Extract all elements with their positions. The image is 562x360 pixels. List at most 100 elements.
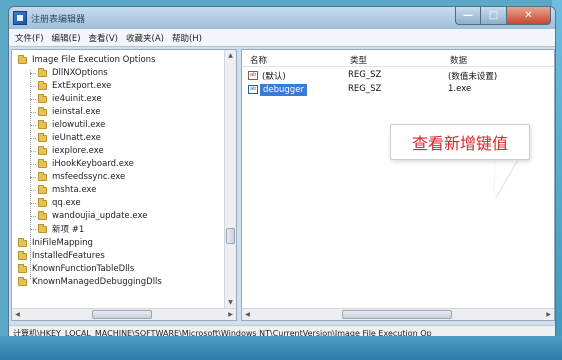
column-header-name[interactable]: 名称 <box>250 54 267 66</box>
value-data: (数值未设置) <box>448 72 498 82</box>
folder-icon <box>38 119 47 129</box>
tree-item-sibling[interactable]: InstalledFeatures <box>18 250 105 262</box>
tree-connector <box>30 112 36 113</box>
folder-icon <box>18 263 27 273</box>
tree-item-child[interactable]: msfeedssync.exe <box>38 171 125 183</box>
tree-vertical-scrollbar[interactable]: ▲ ▼ <box>224 50 236 320</box>
tree-connector <box>30 177 36 178</box>
annotation-callout: 查看新增键值 <box>390 124 530 160</box>
tree-item-label: ExtExport.exe <box>52 81 112 91</box>
tree-item-label: KnownManagedDebuggingDlls <box>32 277 162 287</box>
tree-item-label: qq.exe <box>52 198 81 208</box>
menu-edit[interactable]: 编辑(E) <box>52 32 81 44</box>
tree-item-sibling[interactable]: IniFileMapping <box>18 237 93 249</box>
menu-view[interactable]: 查看(V) <box>89 32 118 44</box>
tree-item-label: 新项 #1 <box>52 225 85 235</box>
folder-icon <box>38 210 47 220</box>
minimize-button[interactable]: — <box>455 7 481 25</box>
maximize-button[interactable]: □ <box>481 7 507 25</box>
tree-connector <box>30 190 36 191</box>
scroll-right-icon[interactable]: ▶ <box>543 309 554 320</box>
folder-icon <box>38 223 47 233</box>
tree-horizontal-scrollbar[interactable]: ◀ ▶ <box>12 308 236 320</box>
tree-item-child[interactable]: ieUnatt.exe <box>38 132 101 144</box>
scroll-left-icon[interactable]: ◀ <box>242 309 253 320</box>
column-header-type[interactable]: 类型 <box>350 54 367 66</box>
scroll-up-icon[interactable]: ▲ <box>225 50 236 61</box>
tree-item-label: ie4uinit.exe <box>52 94 102 104</box>
value-data: 1.exe <box>448 84 472 94</box>
tree-connector <box>30 164 36 165</box>
title-bar[interactable]: 注册表编辑器 — □ ✕ <box>9 7 555 29</box>
tree-item-child[interactable]: iexplore.exe <box>38 145 104 157</box>
folder-icon <box>18 250 27 260</box>
value-type: REG_SZ <box>348 70 382 80</box>
tree-item-child[interactable]: ie4uinit.exe <box>38 93 102 105</box>
string-value-icon: ab <box>248 85 258 94</box>
window-controls: — □ ✕ <box>455 7 551 25</box>
close-button[interactable]: ✕ <box>507 7 551 25</box>
tree-item-label: mshta.exe <box>52 185 97 195</box>
tree-connector <box>30 203 36 204</box>
tree-item-sibling[interactable]: KnownFunctionTableDlls <box>18 263 134 275</box>
tree-item-label: ieinstal.exe <box>52 107 101 117</box>
tree-item-child[interactable]: ieinstal.exe <box>38 106 100 118</box>
values-list-pane[interactable]: 名称 类型 数据 ab (默认) REG_SZ (数值未设置) ab debug… <box>241 49 555 321</box>
tree-item-label: DllNXOptions <box>52 68 108 78</box>
menu-file[interactable]: 文件(F) <box>15 32 44 44</box>
window-title: 注册表编辑器 <box>31 14 86 24</box>
tree-item-child[interactable]: mshta.exe <box>38 184 96 196</box>
folder-icon <box>38 184 47 194</box>
key-tree-pane[interactable]: Image File Execution Options DllNXOption… <box>11 49 237 321</box>
value-row-selected[interactable]: ab debugger REG_SZ 1.exe <box>248 84 548 96</box>
folder-icon <box>38 145 47 155</box>
tree-item-sibling[interactable]: KnownManagedDebuggingDlls <box>18 276 162 288</box>
taskbar <box>0 336 562 360</box>
value-row[interactable]: ab (默认) REG_SZ (数值未设置) <box>248 70 548 82</box>
scroll-thumb[interactable] <box>226 228 235 244</box>
tree-item-child[interactable]: qq.exe <box>38 197 81 209</box>
tree-item-label: iexplore.exe <box>52 146 104 156</box>
folder-icon <box>38 171 47 181</box>
tree-item-child[interactable]: ExtExport.exe <box>38 80 111 92</box>
scroll-thumb[interactable] <box>92 310 152 319</box>
tree-item-child[interactable]: ielowutil.exe <box>38 119 105 131</box>
tree-connector <box>30 99 36 100</box>
folder-icon <box>38 67 47 77</box>
tree-item-child[interactable]: DllNXOptions <box>38 67 108 79</box>
folder-icon <box>38 132 47 142</box>
value-name: (默认) <box>262 72 286 82</box>
tree-item-label: iHookKeyboard.exe <box>52 159 134 169</box>
tree-item-label: InstalledFeatures <box>32 251 105 261</box>
tree-connector <box>30 86 36 87</box>
tree-connector <box>30 216 36 217</box>
folder-icon <box>38 80 47 90</box>
tree-item-label: ielowutil.exe <box>52 120 106 130</box>
tree-item-child[interactable]: 新项 #1 <box>38 223 84 235</box>
menu-favorites[interactable]: 收藏夹(A) <box>126 32 164 44</box>
tree-connector <box>30 138 36 139</box>
tree-item-label: KnownFunctionTableDlls <box>32 264 135 274</box>
scroll-thumb[interactable] <box>342 310 452 319</box>
registry-editor-window: 注册表编辑器 — □ ✕ 文件(F) 编辑(E) 查看(V) 收藏夹(A) 帮助… <box>8 6 556 360</box>
value-type: REG_SZ <box>348 84 382 94</box>
list-horizontal-scrollbar[interactable]: ◀ ▶ <box>242 308 554 320</box>
tree-connector <box>30 125 36 126</box>
folder-icon <box>38 158 47 168</box>
tree-item-root[interactable]: Image File Execution Options <box>18 54 155 66</box>
folder-icon <box>18 237 27 247</box>
menu-bar: 文件(F) 编辑(E) 查看(V) 收藏夹(A) 帮助(H) <box>9 29 555 47</box>
tree-item-label: Image File Execution Options <box>32 55 156 65</box>
tree-item-child[interactable]: wandoujia_update.exe <box>38 210 147 222</box>
scroll-left-icon[interactable]: ◀ <box>12 309 23 320</box>
tree-item-child[interactable]: iHookKeyboard.exe <box>38 158 134 170</box>
registry-app-icon <box>13 11 27 25</box>
column-header-data[interactable]: 数据 <box>450 54 467 66</box>
menu-help[interactable]: 帮助(H) <box>172 32 202 44</box>
scroll-down-icon[interactable]: ▼ <box>225 297 236 308</box>
tree-item-label: ieUnatt.exe <box>52 133 101 143</box>
tree-connector <box>30 229 36 230</box>
tree-item-label: msfeedssync.exe <box>52 172 126 182</box>
folder-icon <box>38 106 47 116</box>
scroll-right-icon[interactable]: ▶ <box>225 309 236 320</box>
